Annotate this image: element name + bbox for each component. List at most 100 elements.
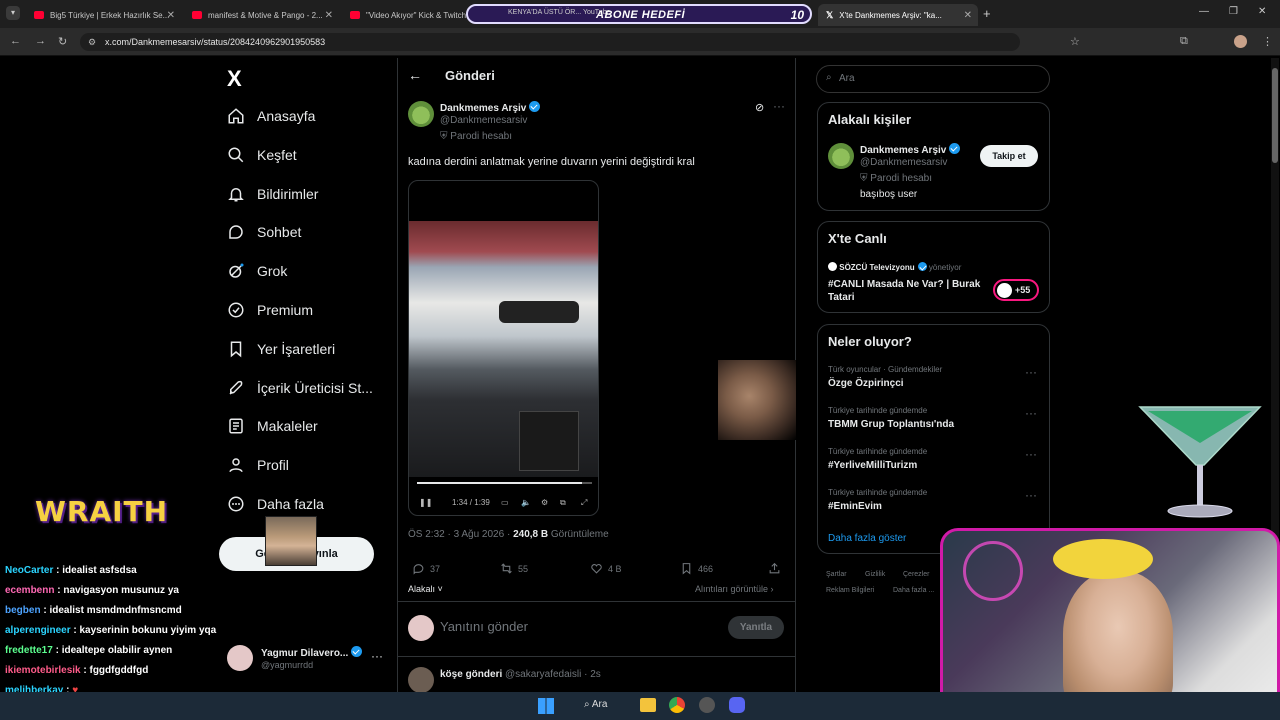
minimize-icon[interactable]: — <box>1199 6 1209 17</box>
footer-link-cookies[interactable]: Çerezler <box>903 571 929 578</box>
bookmark-star-icon[interactable]: ☆ <box>1070 35 1080 48</box>
trend-item[interactable]: Türkiye tarihinde gündemde #YerliveMilliT… <box>828 447 1043 471</box>
show-more-link[interactable]: Daha fazla göster <box>828 533 906 544</box>
grok-post-icon[interactable]: ⊘ <box>755 101 764 114</box>
captions-icon[interactable]: ▭ <box>501 498 509 507</box>
account-switcher[interactable]: Yagmur Dilavero... @yagmurrdd ··· <box>227 645 397 675</box>
back-icon[interactable]: ← <box>10 35 21 47</box>
close-tab-icon[interactable]: ✕ <box>964 10 972 21</box>
settings-icon[interactable]: ⚙ <box>541 498 548 507</box>
reply-submit-button[interactable]: Yanıtla <box>728 616 784 639</box>
new-tab-icon[interactable]: + <box>983 6 991 21</box>
page-title: Gönderi <box>445 68 495 83</box>
extensions-icon[interactable]: ⧉ <box>1180 35 1188 48</box>
window-close-icon[interactable]: ✕ <box>1258 6 1266 17</box>
abone-hedefi-label: ABONE HEDEFİ <box>596 9 686 21</box>
repost-button[interactable]: 55 <box>500 562 528 575</box>
account-more-icon[interactable]: ··· <box>371 649 383 663</box>
bell-icon <box>228 188 244 202</box>
taskbar-search[interactable]: ⌕ Ara <box>584 699 607 710</box>
sidebar-item-label: Profil <box>257 457 289 473</box>
fullscreen-icon[interactable]: ⤢ <box>581 498 587 508</box>
close-tab-icon[interactable]: ✕ <box>325 10 333 21</box>
sidebar-item-more[interactable]: Daha fazla <box>227 490 324 518</box>
live-host[interactable]: SÖZCÜ Televizyonu <box>839 263 914 272</box>
post-more-icon[interactable]: ··· <box>773 99 785 113</box>
maximize-icon[interactable]: ❐ <box>1229 6 1238 17</box>
share-button[interactable] <box>768 562 786 575</box>
sidebar-item-articles[interactable]: Makaleler <box>227 412 318 440</box>
site-info-icon[interactable]: ⚙ <box>88 37 96 48</box>
live-listeners-badge[interactable]: +55 <box>993 279 1039 301</box>
bookmark-icon <box>230 341 242 358</box>
sidebar-item-premium[interactable]: Premium <box>227 296 313 324</box>
tab-big5[interactable]: Big5 Türkiye | Erkek Hazırlık Se... ✕ <box>26 4 181 26</box>
relevance-sort-button[interactable]: Alakalı ˅ <box>408 584 443 594</box>
relevant-person-name[interactable]: Dankmemes Arşiv <box>860 145 946 156</box>
trend-more-icon[interactable]: ··· <box>1025 365 1037 379</box>
chat-user: begben <box>5 605 41 616</box>
browser-profile-avatar[interactable] <box>1234 35 1247 48</box>
reply-author-name[interactable]: köşe gönderi <box>440 669 502 680</box>
forward-icon[interactable]: → <box>35 35 46 47</box>
follow-button[interactable]: Takip et <box>980 145 1038 167</box>
tab-list-button[interactable]: ▾ <box>6 6 20 20</box>
sidebar-item-chat[interactable]: Sohbet <box>227 218 301 246</box>
chrome-icon[interactable] <box>669 697 685 713</box>
start-icon[interactable] <box>538 698 554 714</box>
reload-icon[interactable]: ↻ <box>58 35 67 48</box>
browser-menu-icon[interactable]: ⋮ <box>1262 35 1273 48</box>
tab-x-post[interactable]: 𝕏 X'te Dankmemes Arşiv: "ka... ✕ <box>818 4 978 26</box>
volume-icon[interactable]: 🔈 <box>521 498 531 507</box>
close-tab-icon[interactable]: ✕ <box>167 10 175 21</box>
back-arrow-icon[interactable]: ← <box>408 67 422 83</box>
video-progress-bar[interactable] <box>417 482 592 484</box>
bookmark-button[interactable]: 466 <box>680 562 713 575</box>
url-bar[interactable]: x.com/Dankmemesarsiv/status/208424096290… <box>80 33 1020 51</box>
scrollbar-thumb[interactable] <box>1272 68 1278 163</box>
reply-button[interactable]: 37 <box>412 562 440 575</box>
obs-icon[interactable] <box>699 697 715 713</box>
chat-message: ikiemotebirlesik : fggdfgddfgd <box>5 665 149 676</box>
trend-item[interactable]: Türkiye tarihinde gündemde #EminEvim <box>828 488 1043 512</box>
post-author-name[interactable]: Dankmemes Arşiv <box>440 103 526 114</box>
sidebar-item-label: Sohbet <box>257 224 302 240</box>
live-topic[interactable]: #CANLI Masada Ne Var? | Burak Tatari <box>828 278 988 304</box>
relevant-person-avatar[interactable] <box>828 143 854 169</box>
post-timestamp[interactable]: ÖS 2:32 · 3 Ağu 2026 · <box>408 529 510 540</box>
account-avatar <box>227 645 253 671</box>
x-logo-icon[interactable]: X <box>227 66 242 92</box>
discord-icon[interactable] <box>729 697 745 713</box>
sidebar-item-explore[interactable]: Keşfet <box>227 141 297 169</box>
sidebar-item-grok[interactable]: Grok <box>227 257 287 285</box>
pip-icon[interactable]: ⧉ <box>560 498 566 508</box>
like-button[interactable]: 4 B <box>590 562 622 575</box>
parody-badge: Parodi hesabı <box>450 131 512 142</box>
footer-link-terms[interactable]: Şartlar <box>826 571 847 578</box>
trend-item[interactable]: Türk oyuncular · Gündemdekiler Özge Özpir… <box>828 365 1043 389</box>
sidebar-item-profile[interactable]: Profil <box>227 451 289 479</box>
trend-more-icon[interactable]: ··· <box>1025 488 1037 502</box>
video-time: 1:34 / 1:39 <box>452 498 490 507</box>
footer-link-ads[interactable]: Reklam Bilgileri <box>826 587 874 594</box>
pause-icon[interactable]: ❚❚ <box>419 498 432 507</box>
sidebar-item-notifications[interactable]: Bildirimler <box>227 180 318 208</box>
sidebar-item-home[interactable]: Anasayfa <box>227 102 315 130</box>
trend-more-icon[interactable]: ··· <box>1025 447 1037 461</box>
sidebar-item-creator-studio[interactable]: İçerik Üreticisi St... <box>227 374 373 402</box>
reply-input[interactable]: Yanıtını gönder <box>440 619 528 634</box>
file-explorer-icon[interactable] <box>640 698 656 712</box>
trend-item[interactable]: Türkiye tarihinde gündemde TBMM Grup Topl… <box>828 406 1043 430</box>
post-author-handle[interactable]: @Dankmemesarsiv <box>440 115 527 126</box>
footer-link-more[interactable]: Daha fazla ... <box>893 587 934 594</box>
tab-manifest[interactable]: manifest & Motive & Pango - 2... ✕ <box>184 4 339 26</box>
verified-icon <box>529 101 541 112</box>
view-quotes-link[interactable]: Alıntıları görüntüle › <box>695 584 774 594</box>
video-player[interactable]: ❚❚ 1:34 / 1:39 ▭ 🔈 ⚙ ⧉ ⤢ <box>408 180 599 516</box>
sidebar-item-bookmarks[interactable]: Yer İşaretleri <box>227 335 335 363</box>
post-author-avatar[interactable] <box>408 101 434 127</box>
search-input[interactable]: ⌕ Ara <box>816 65 1050 93</box>
reply-author-avatar[interactable] <box>408 667 434 693</box>
footer-link-privacy[interactable]: Gizlilik <box>865 571 885 578</box>
trend-more-icon[interactable]: ··· <box>1025 406 1037 420</box>
